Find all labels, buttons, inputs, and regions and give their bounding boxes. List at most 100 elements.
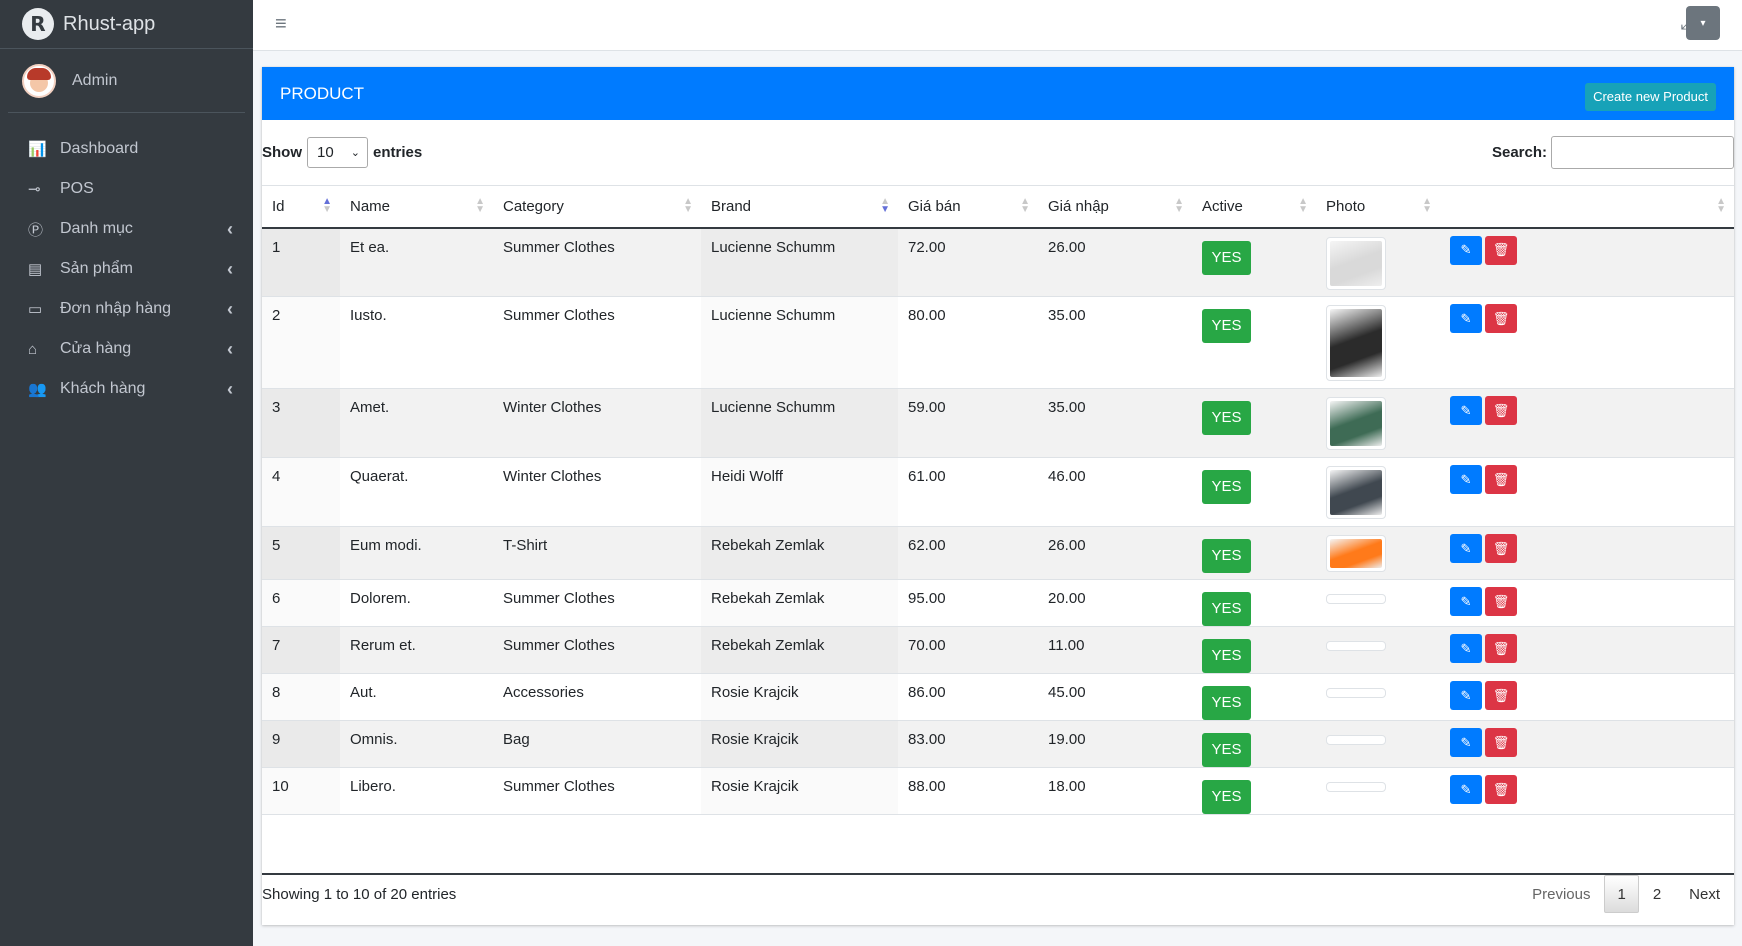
tag-icon: ⊸ (28, 181, 41, 198)
edit-button[interactable]: ✎ (1450, 396, 1482, 425)
edit-button[interactable]: ✎ (1450, 681, 1482, 710)
product-photo[interactable] (1326, 305, 1386, 381)
sort-icon: ▲ ▼ (1422, 196, 1432, 215)
delete-button[interactable]: 🗑 (1485, 634, 1517, 663)
edit-button[interactable]: ✎ (1450, 534, 1482, 563)
delete-button[interactable]: 🗑 (1485, 235, 1517, 265)
sidebar-item-đơn-nhập-hàng[interactable]: ▭ Đơn nhập hàng ‹ (0, 289, 253, 329)
sort-icon: ▲ ▼ (683, 196, 693, 215)
delete-button[interactable]: 🗑 (1485, 396, 1517, 425)
user-dropdown-button[interactable]: ▾ (1686, 6, 1720, 40)
product-photo[interactable] (1326, 535, 1386, 572)
cell-actions: ✎ 🗑 (1440, 626, 1734, 674)
cell-brand: Lucienne Schumm (701, 296, 898, 389)
cell-photo (1316, 526, 1440, 580)
column-header-name[interactable]: Name ▲ ▼ (340, 185, 493, 229)
search-input[interactable] (1551, 136, 1734, 169)
active-badge: YES (1202, 539, 1251, 573)
page-2-button[interactable]: 2 (1639, 875, 1675, 913)
table-row: 3 Amet. Winter Clothes Lucienne Schumm 59.00… (262, 388, 1734, 458)
edit-button[interactable]: ✎ (1450, 235, 1482, 265)
table-body: 1 Et ea. Summer Clothes Lucienne Schumm 72.0… (262, 227, 1734, 815)
black-coat-photo (1330, 470, 1382, 515)
cell-cost: 35.00 (1038, 388, 1192, 458)
delete-button[interactable]: 🗑 (1485, 775, 1517, 804)
create-product-button[interactable]: Create new Product (1585, 82, 1716, 111)
column-header-photo[interactable]: Photo ▲ ▼ (1316, 185, 1440, 229)
delete-button[interactable]: 🗑 (1485, 681, 1517, 710)
cell-active: YES (1192, 626, 1316, 674)
row-actions: ✎ 🗑 (1450, 235, 1517, 265)
chevron-left-icon: ‹ (227, 378, 233, 399)
cell-actions: ✎ 🗑 (1440, 720, 1734, 768)
product-photo[interactable] (1326, 397, 1386, 450)
white-shirt-photo (1330, 240, 1382, 286)
delete-button[interactable]: 🗑 (1485, 587, 1517, 616)
store-icon: ▤ (28, 261, 43, 278)
show-label: Show (262, 144, 302, 161)
trash-icon: 🗑 (1492, 687, 1510, 703)
sidebar-item-khách-hàng[interactable]: 👥 Khách hàng ‹ (0, 369, 253, 409)
sidebar-item-cửa-hàng[interactable]: ⌂ Cửa hàng ‹ (0, 329, 253, 369)
table-row: 5 Eum modi. T-Shirt Rebekah Zemlak 62.00 26.0… (262, 526, 1734, 580)
column-header-active[interactable]: Active ▲ ▼ (1192, 185, 1316, 229)
user-panel[interactable]: Admin (8, 49, 245, 113)
sidebar-item-dashboard[interactable]: 📊 Dashboard (0, 129, 253, 169)
edit-button[interactable]: ✎ (1450, 587, 1482, 616)
column-header-label: Brand (711, 197, 752, 215)
column-header-price[interactable]: Giá bán ▲ ▼ (898, 185, 1038, 229)
edit-button[interactable]: ✎ (1450, 304, 1482, 333)
column-header-actions[interactable]: ▲ ▼ (1440, 185, 1734, 229)
sidebar-item-sản-phẩm[interactable]: ▤ Sản phẩm ‹ (0, 249, 253, 289)
cell-active: YES (1192, 526, 1316, 580)
delete-button[interactable]: 🗑 (1485, 728, 1517, 757)
brand-link[interactable]: R Rhust-app (0, 0, 253, 49)
product-photo[interactable] (1326, 236, 1386, 290)
sidebar-item-pos[interactable]: ⊸ POS (0, 169, 253, 209)
product-photo[interactable] (1326, 466, 1386, 519)
trash-icon: 🗑 (1492, 640, 1510, 656)
column-header-cost[interactable]: Giá nhập ▲ ▼ (1038, 185, 1192, 229)
edit-button[interactable]: ✎ (1450, 775, 1482, 804)
entries-length-select[interactable]: 10 ⌄ (307, 137, 368, 168)
table-row: 7 Rerum et. Summer Clothes Rebekah Zemlak 70… (262, 626, 1734, 674)
edit-button[interactable]: ✎ (1450, 728, 1482, 757)
sidebar-item-danh-mục[interactable]: Ⓟ Danh mục ‹ (0, 209, 253, 249)
column-header-category[interactable]: Category ▲ ▼ (493, 185, 701, 229)
cell-price: 80.00 (898, 296, 1038, 389)
previous-page-button[interactable]: Previous (1518, 875, 1604, 913)
cell-price: 59.00 (898, 388, 1038, 458)
cell-name: Omnis. (340, 720, 493, 768)
cell-brand: Lucienne Schumm (701, 388, 898, 458)
edit-button[interactable]: ✎ (1450, 634, 1482, 663)
edit-button[interactable]: ✎ (1450, 465, 1482, 494)
delete-button[interactable]: 🗑 (1485, 465, 1517, 494)
cell-category: Summer Clothes (493, 767, 701, 815)
cell-cost: 19.00 (1038, 720, 1192, 768)
column-header-brand[interactable]: Brand ▲ ▼ (701, 185, 898, 229)
row-actions: ✎ 🗑 (1450, 634, 1517, 663)
page-1-button[interactable]: 1 (1604, 875, 1639, 913)
edit-icon: ✎ (1460, 402, 1472, 418)
active-badge: YES (1202, 639, 1251, 673)
delete-button[interactable]: 🗑 (1485, 304, 1517, 333)
cell-id: 7 (262, 626, 340, 674)
delete-button[interactable]: 🗑 (1485, 534, 1517, 563)
edit-icon: ✎ (1460, 540, 1472, 556)
cell-actions: ✎ 🗑 (1440, 526, 1734, 580)
cell-price: 86.00 (898, 673, 1038, 721)
cell-photo (1316, 673, 1440, 721)
column-header-id[interactable]: Id ▲ ▼ (262, 185, 340, 229)
cell-photo (1316, 388, 1440, 458)
cell-price: 70.00 (898, 626, 1038, 674)
trash-icon: 🗑 (1492, 593, 1510, 609)
cell-active: YES (1192, 227, 1316, 297)
cell-id: 8 (262, 673, 340, 721)
menu-toggle-icon[interactable]: ≡ (275, 13, 287, 36)
cell-price: 83.00 (898, 720, 1038, 768)
cell-brand: Rosie Krajcik (701, 673, 898, 721)
sidebar-item-label: Dashboard (60, 140, 139, 157)
next-page-button[interactable]: Next (1675, 875, 1734, 913)
cell-brand: Rebekah Zemlak (701, 526, 898, 580)
cell-name: Quaerat. (340, 457, 493, 527)
